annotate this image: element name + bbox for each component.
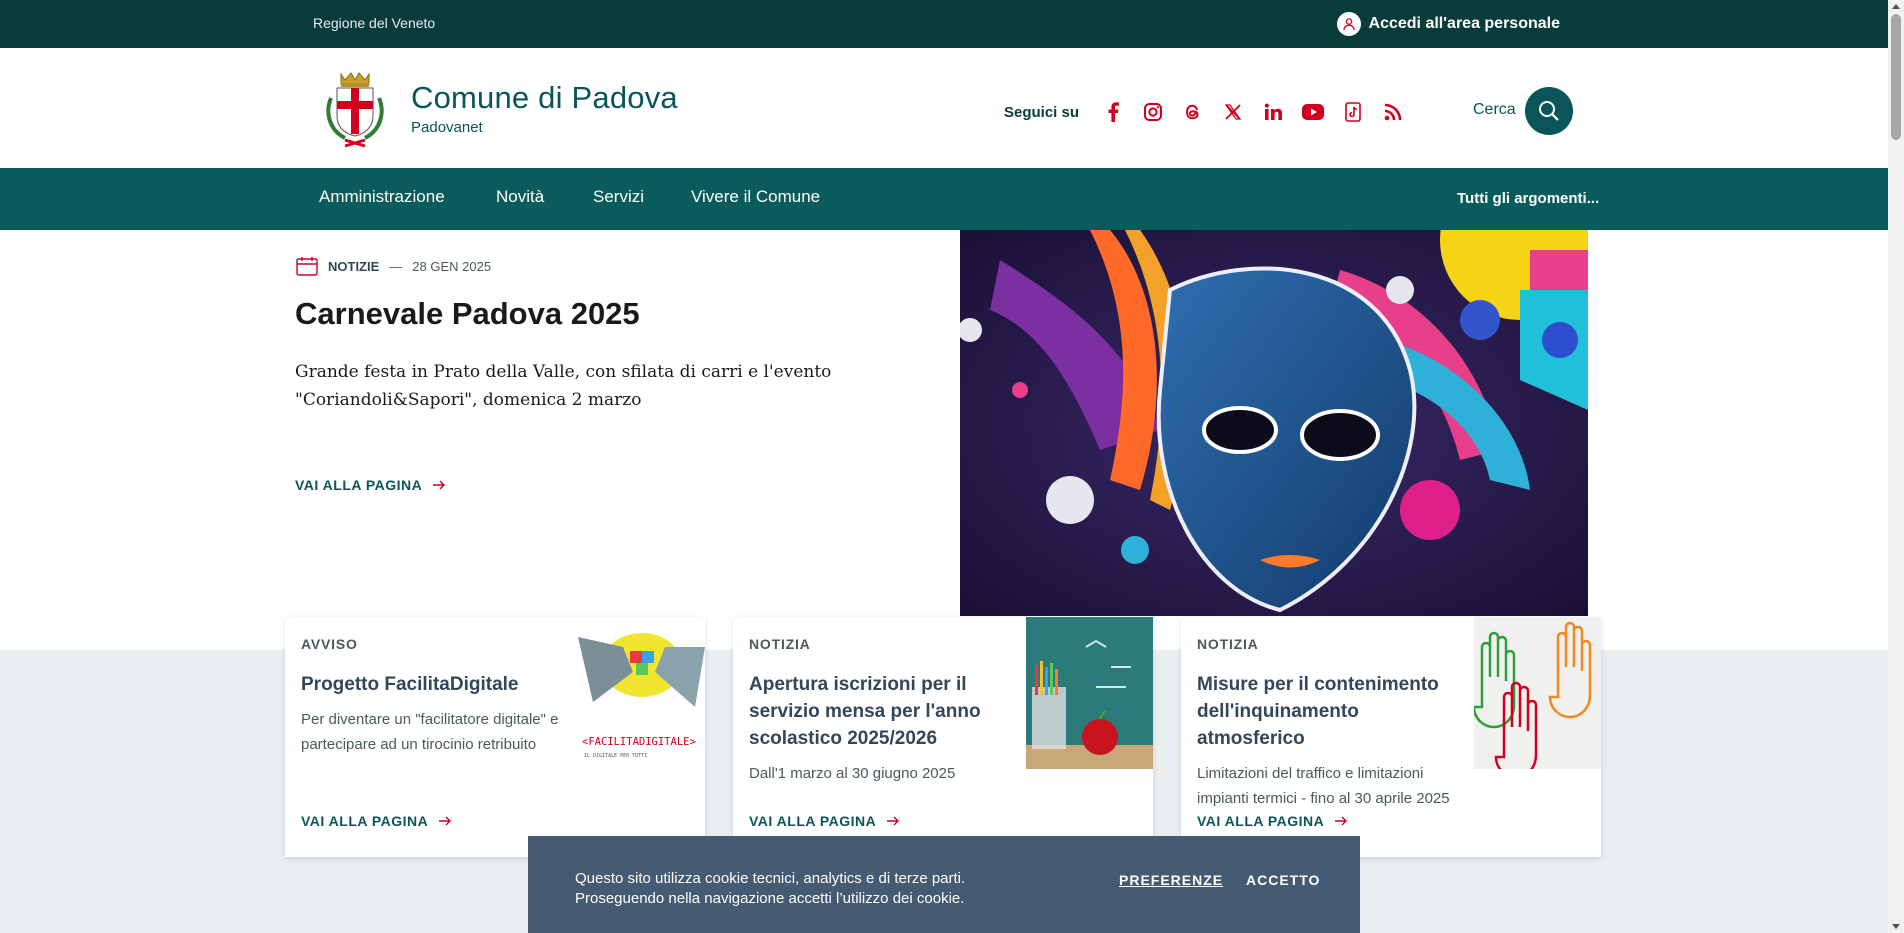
hero-category[interactable]: NOTIZIE xyxy=(328,259,379,274)
social-links: Seguici su xyxy=(1004,101,1413,123)
facilitadigitale-logo-subtext: IL DIGITALE PER TUTTI xyxy=(584,753,647,759)
card-more-link[interactable]: VAI ALLA PAGINA xyxy=(749,813,900,829)
coat-of-arms-logo[interactable] xyxy=(323,68,387,152)
scroll-down-arrow-icon[interactable] xyxy=(1892,924,1900,929)
arrow-right-icon xyxy=(433,480,446,490)
brand[interactable]: Comune di Padova Padovanet xyxy=(411,80,678,136)
main-nav: Amministrazione Novità Servizi Vivere il… xyxy=(0,168,1888,230)
cookie-preferences-button[interactable]: PREFERENZE xyxy=(1119,872,1223,888)
card-image-facilitadigitale: <FACILITADIGITALE> IL DIGITALE PER TUTTI xyxy=(578,617,705,769)
youtube-icon[interactable] xyxy=(1293,101,1333,123)
site-header: Comune di Padova Padovanet Seguici su Ce… xyxy=(0,48,1888,168)
card-image-school-desk xyxy=(1026,617,1153,769)
nav-item-amministrazione[interactable]: Amministrazione xyxy=(319,187,445,207)
card-type: AVVISO xyxy=(301,636,358,652)
hero-image-carnival-mask xyxy=(960,230,1588,616)
card-title[interactable]: Apertura iscrizioni per il servizio mens… xyxy=(749,671,1019,752)
linkedin-icon[interactable] xyxy=(1253,101,1293,123)
card-more-label: VAI ALLA PAGINA xyxy=(1197,813,1325,829)
card-more-link[interactable]: VAI ALLA PAGINA xyxy=(301,813,452,829)
threads-icon[interactable] xyxy=(1173,101,1213,123)
arrow-right-icon xyxy=(1335,816,1348,826)
rss-icon[interactable] xyxy=(1373,101,1413,123)
card-more-link[interactable]: VAI ALLA PAGINA xyxy=(1197,813,1348,829)
scroll-up-arrow-icon[interactable] xyxy=(1892,4,1900,9)
search-icon xyxy=(1539,101,1559,121)
scrollbar-thumb[interactable] xyxy=(1891,14,1901,140)
cookie-banner: Questo sito utilizza cookie tecnici, ana… xyxy=(528,836,1360,933)
card-description: Dall'1 marzo al 30 giugno 2025 xyxy=(749,765,956,782)
calendar-icon xyxy=(296,257,318,276)
nav-item-vivere-il-comune[interactable]: Vivere il Comune xyxy=(691,187,820,207)
all-topics-link[interactable]: Tutti gli argomenti... xyxy=(1457,190,1599,207)
site-title: Comune di Padova xyxy=(411,80,678,115)
card-description: Limitazioni del traffico e limitazioni i… xyxy=(1197,765,1450,807)
nav-item-novita[interactable]: Novità xyxy=(496,187,544,207)
page-scrollbar[interactable] xyxy=(1888,0,1904,933)
nav-item-servizi[interactable]: Servizi xyxy=(593,187,644,207)
card-more-label: VAI ALLA PAGINA xyxy=(301,813,429,829)
search-label[interactable]: Cerca xyxy=(1473,101,1516,119)
search-button[interactable] xyxy=(1525,87,1573,135)
cookie-text-line-2: Proseguendo nella navigazione accetti l’… xyxy=(575,890,965,907)
hero-date: 28 GEN 2025 xyxy=(412,258,492,274)
user-icon xyxy=(1336,12,1361,36)
region-link[interactable]: Regione del Veneto xyxy=(313,15,435,31)
meta-separator: — xyxy=(389,258,403,274)
card-mensa[interactable]: NOTIZIA Apertura iscrizioni per il servi… xyxy=(733,617,1153,857)
facilitadigitale-logo-text: <FACILITADIGITALE> xyxy=(582,736,696,748)
card-description: Per diventare un "facilitatore digitale"… xyxy=(301,711,559,753)
hero-more-link[interactable]: VAI ALLA PAGINA xyxy=(295,477,446,493)
card-facilitadigitale[interactable]: AVVISO Progetto FacilitaDigitale Per div… xyxy=(285,617,705,857)
hero-title[interactable]: Carnevale Padova 2025 xyxy=(295,296,640,332)
card-type: NOTIZIA xyxy=(1197,636,1259,652)
tiktok-icon[interactable] xyxy=(1333,101,1373,123)
cookie-accept-button[interactable]: ACCETTO xyxy=(1246,872,1320,888)
site-subtitle: Padovanet xyxy=(411,119,483,136)
card-inquinamento[interactable]: NOTIZIA Misure per il contenimento dell'… xyxy=(1181,617,1601,857)
card-type: NOTIZIA xyxy=(749,636,811,652)
card-image-hands xyxy=(1474,617,1601,769)
arrow-right-icon xyxy=(439,816,452,826)
arrow-right-icon xyxy=(887,816,900,826)
instagram-icon[interactable] xyxy=(1133,101,1173,123)
cookie-text: Questo sito utilizza cookie tecnici, ana… xyxy=(575,869,965,909)
card-title[interactable]: Misure per il contenimento dell'inquinam… xyxy=(1197,671,1467,752)
card-more-label: VAI ALLA PAGINA xyxy=(749,813,877,829)
top-bar: Regione del Veneto Accedi all'area perso… xyxy=(0,0,1888,48)
facebook-icon[interactable] xyxy=(1093,101,1133,123)
hero-more-label: VAI ALLA PAGINA xyxy=(295,477,423,493)
x-icon[interactable] xyxy=(1213,101,1253,123)
card-title[interactable]: Progetto FacilitaDigitale xyxy=(301,671,571,698)
follow-label: Seguici su xyxy=(1004,103,1080,121)
hero-description: Grande festa in Prato della Valle, con s… xyxy=(295,362,832,410)
cookie-text-line-1: Questo sito utilizza cookie tecnici, ana… xyxy=(575,870,966,887)
hero-meta: NOTIZIE — 28 GEN 2025 xyxy=(296,256,491,276)
login-label: Accedi all'area personale xyxy=(1368,15,1560,32)
login-button[interactable]: Accedi all'area personale xyxy=(1336,12,1560,36)
